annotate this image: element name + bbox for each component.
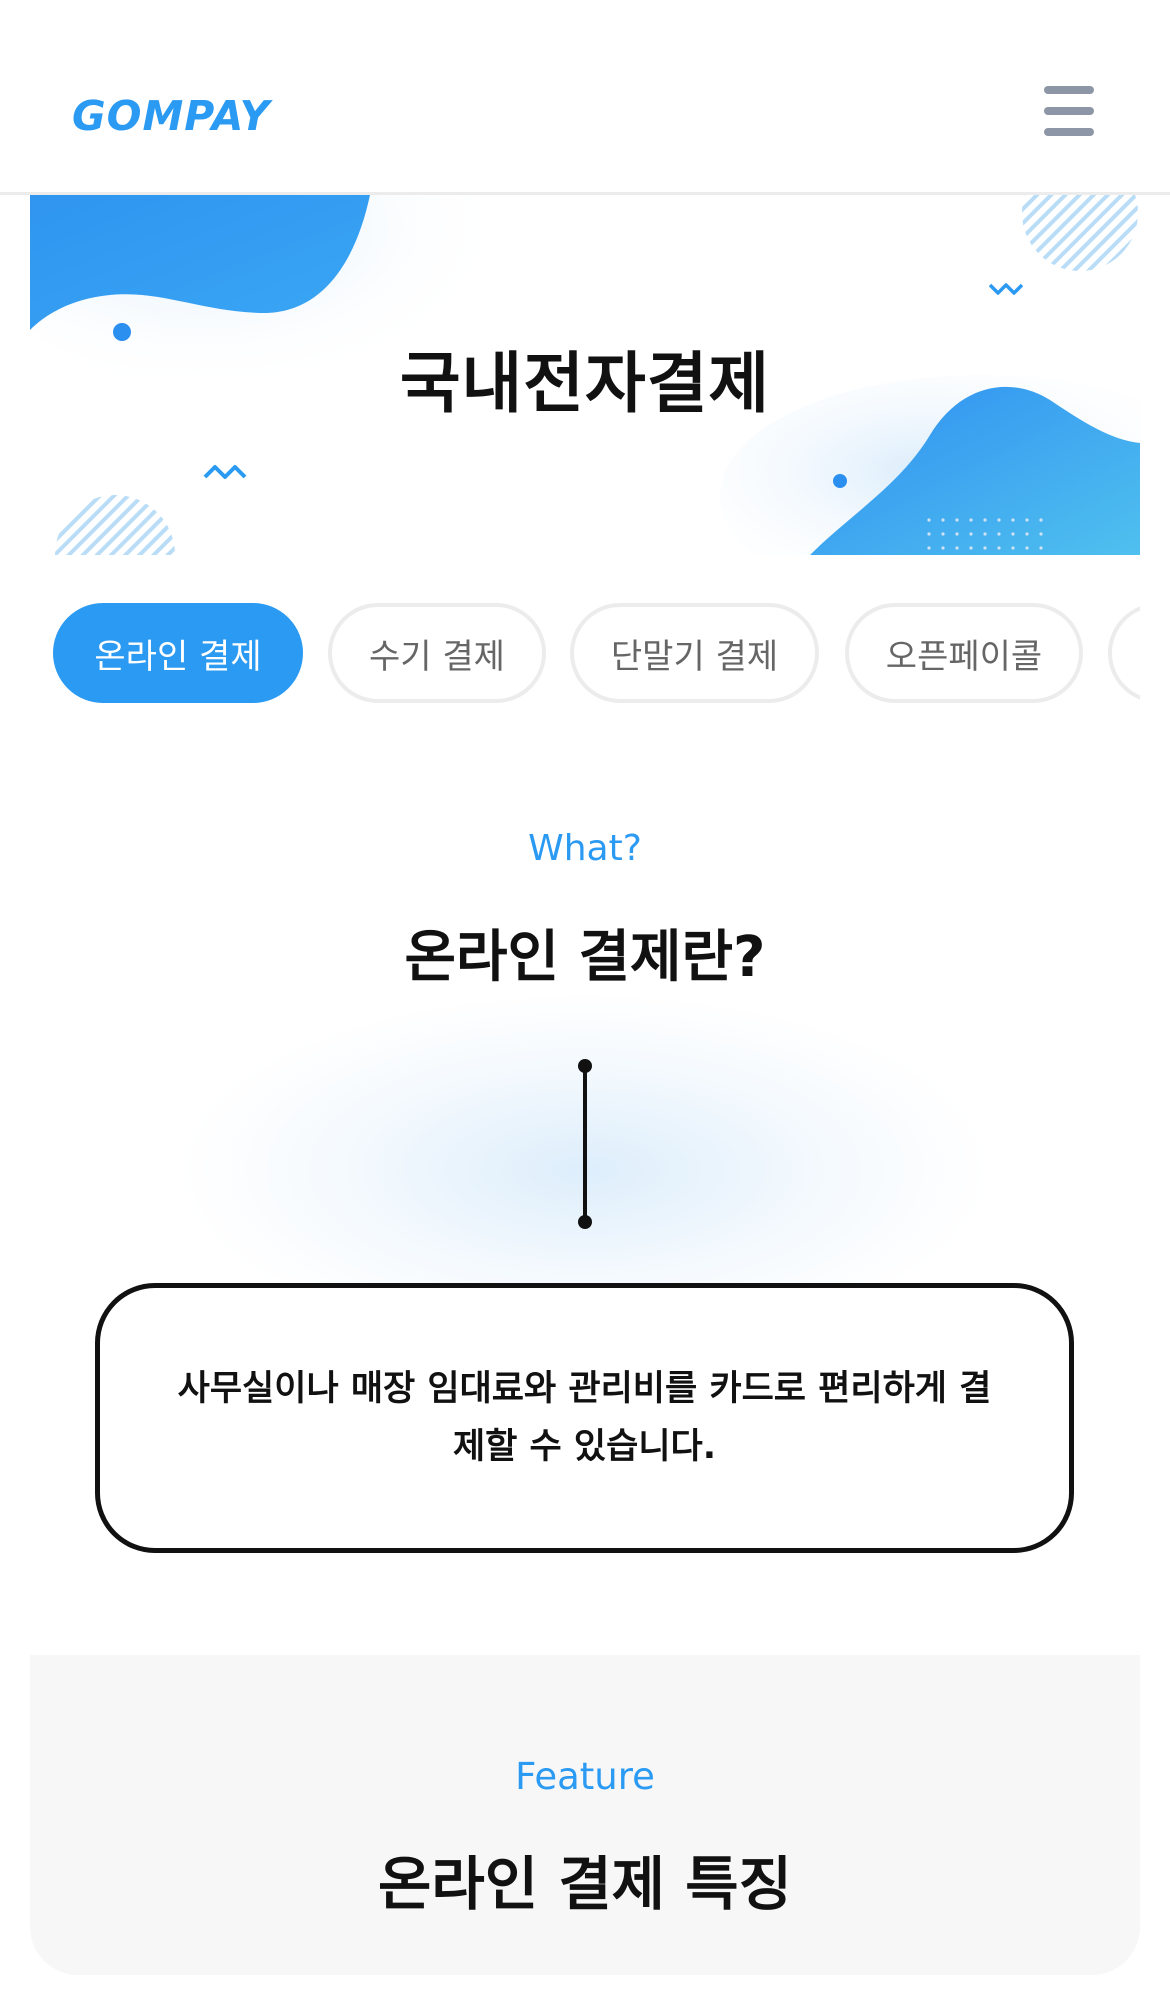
tab-next[interactable] (1108, 603, 1140, 703)
hamburger-menu-icon[interactable] (1040, 82, 1098, 140)
header: GOMPAY (0, 0, 1170, 195)
connector-line (578, 1059, 592, 1229)
hero-banner: 국내전자결제 (30, 195, 1140, 555)
feature-label: Feature (515, 1755, 655, 1798)
what-title: 온라인 결제란? (404, 925, 766, 990)
gompay-logo[interactable]: GOMPAY (70, 92, 322, 138)
description-box: 사무실이나 매장 임대료와 관리비를 카드로 편리하게 결제할 수 있습니다. (95, 1283, 1074, 1553)
description-text: 사무실이나 매장 임대료와 관리비를 카드로 편리하게 결제할 수 있습니다. (177, 1369, 992, 1467)
what-label: What? (528, 828, 642, 869)
logo-text: GOMPAY (72, 92, 274, 138)
tab-online-payment[interactable]: 온라인 결제 (53, 603, 303, 703)
payment-type-tabs: 온라인 결제 수기 결제 단말기 결제 오픈페이콜 (30, 603, 1140, 703)
feature-title: 온라인 결제 특징 (378, 1850, 792, 1918)
tab-manual-payment[interactable]: 수기 결제 (328, 603, 546, 703)
tab-openpay-call[interactable]: 오픈페이콜 (845, 603, 1083, 703)
hero-title: 국내전자결제 (399, 345, 771, 422)
feature-section: Feature 온라인 결제 특징 (30, 1655, 1140, 1975)
tab-terminal-payment[interactable]: 단말기 결제 (570, 603, 819, 703)
